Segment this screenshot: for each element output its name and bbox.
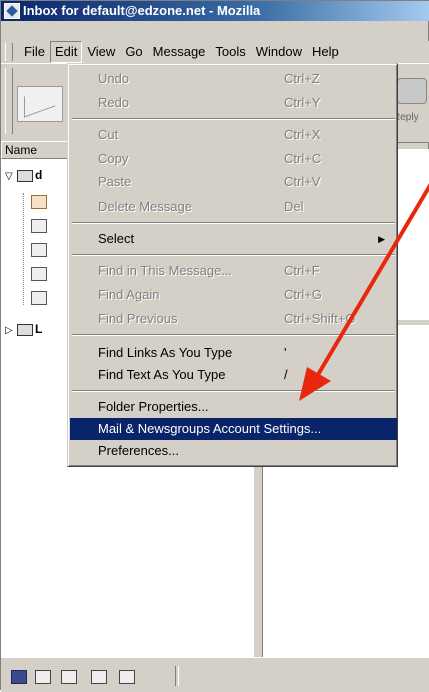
menu-edit[interactable]: Edit xyxy=(49,41,83,63)
menu-separator xyxy=(72,390,395,392)
account-name: L xyxy=(35,322,43,336)
menuitem-copy[interactable]: Copy Ctrl+C xyxy=(70,148,397,170)
menu-file[interactable]: File xyxy=(19,42,50,62)
menuitem-preferences[interactable]: Preferences... xyxy=(70,440,397,462)
navigator-icon[interactable] xyxy=(11,670,27,684)
folder-icon[interactable] xyxy=(31,267,47,281)
menu-tools[interactable]: Tools xyxy=(210,42,250,62)
mail-account-icon xyxy=(17,169,33,182)
statusbar-separator xyxy=(175,666,179,686)
composer-icon[interactable] xyxy=(61,670,77,684)
menuitem-undo[interactable]: Undo Ctrl+Z xyxy=(70,68,397,90)
menu-help[interactable]: Help xyxy=(307,42,344,62)
menuitem-find-links-as-you-type[interactable]: Find Links As You Type ' xyxy=(70,342,397,364)
inbox-folder-icon[interactable] xyxy=(31,195,47,209)
menuitem-find-previous[interactable]: Find Previous Ctrl+Shift+G xyxy=(70,308,397,330)
account-name: d xyxy=(35,168,43,182)
menu-separator xyxy=(72,118,395,120)
toolbar-grip[interactable] xyxy=(5,68,13,134)
address-book-icon[interactable] xyxy=(91,670,107,684)
menuitem-cut[interactable]: Cut Ctrl+X xyxy=(70,124,397,146)
menuitem-paste[interactable]: Paste Ctrl+V xyxy=(70,171,397,193)
trash-folder-icon[interactable] xyxy=(31,291,47,305)
menu-separator xyxy=(72,222,395,224)
mail-icon[interactable] xyxy=(35,670,51,684)
menu-message[interactable]: Message xyxy=(148,42,211,62)
menuitem-redo[interactable]: Redo Ctrl+Y xyxy=(70,92,397,114)
menubar-grip[interactable] xyxy=(5,43,13,61)
edit-menu-popup: Undo Ctrl+Z Redo Ctrl+Y Cut Ctrl+X Copy Ctrl… xyxy=(67,63,398,467)
get-mail-icon[interactable] xyxy=(17,86,63,122)
local-folders-icon xyxy=(17,323,33,336)
folder-column-header[interactable]: Name xyxy=(1,141,69,159)
menu-go[interactable]: Go xyxy=(120,42,147,62)
menuitem-folder-properties[interactable]: Folder Properties... xyxy=(70,396,397,418)
submenu-arrow-icon: ▶ xyxy=(378,234,385,244)
menu-view[interactable]: View xyxy=(82,42,120,62)
menu-bar: File Edit View Go Message Tools Window H… xyxy=(1,41,429,63)
menuitem-delete-message[interactable]: Delete Message Del xyxy=(70,196,397,218)
reply-icon[interactable] xyxy=(397,78,427,104)
window-title: Inbox for default@edzone.net - Mozilla xyxy=(23,3,261,18)
mozilla-app-icon[interactable] xyxy=(4,3,20,19)
menu-separator xyxy=(72,334,395,336)
menuitem-select[interactable]: Select ▶ xyxy=(70,228,397,250)
menu-separator xyxy=(72,254,395,256)
twisty-open-icon[interactable]: ▽ xyxy=(5,167,15,187)
folder-icon[interactable] xyxy=(31,243,47,257)
menuitem-find-again[interactable]: Find Again Ctrl+G xyxy=(70,284,397,306)
twisty-closed-icon[interactable]: ▷ xyxy=(5,321,15,341)
menuitem-find-in-message[interactable]: Find in This Message... Ctrl+F xyxy=(70,260,397,282)
chatzilla-icon[interactable] xyxy=(119,670,135,684)
folder-icon[interactable] xyxy=(31,219,47,233)
account-row-local[interactable]: ▷ L xyxy=(5,319,42,339)
menuitem-account-settings[interactable]: Mail & Newsgroups Account Settings... xyxy=(70,418,397,440)
mozilla-mail-window: Inbox for default@edzone.net - Mozilla R… xyxy=(0,0,429,692)
menuitem-find-text-as-you-type[interactable]: Find Text As You Type / xyxy=(70,364,397,386)
title-bar[interactable]: Inbox for default@edzone.net - Mozilla xyxy=(1,1,429,21)
component-bar xyxy=(1,657,429,692)
account-row-default[interactable]: ▽ d xyxy=(5,165,42,185)
tree-connector xyxy=(23,193,25,305)
menu-window[interactable]: Window xyxy=(251,42,307,62)
